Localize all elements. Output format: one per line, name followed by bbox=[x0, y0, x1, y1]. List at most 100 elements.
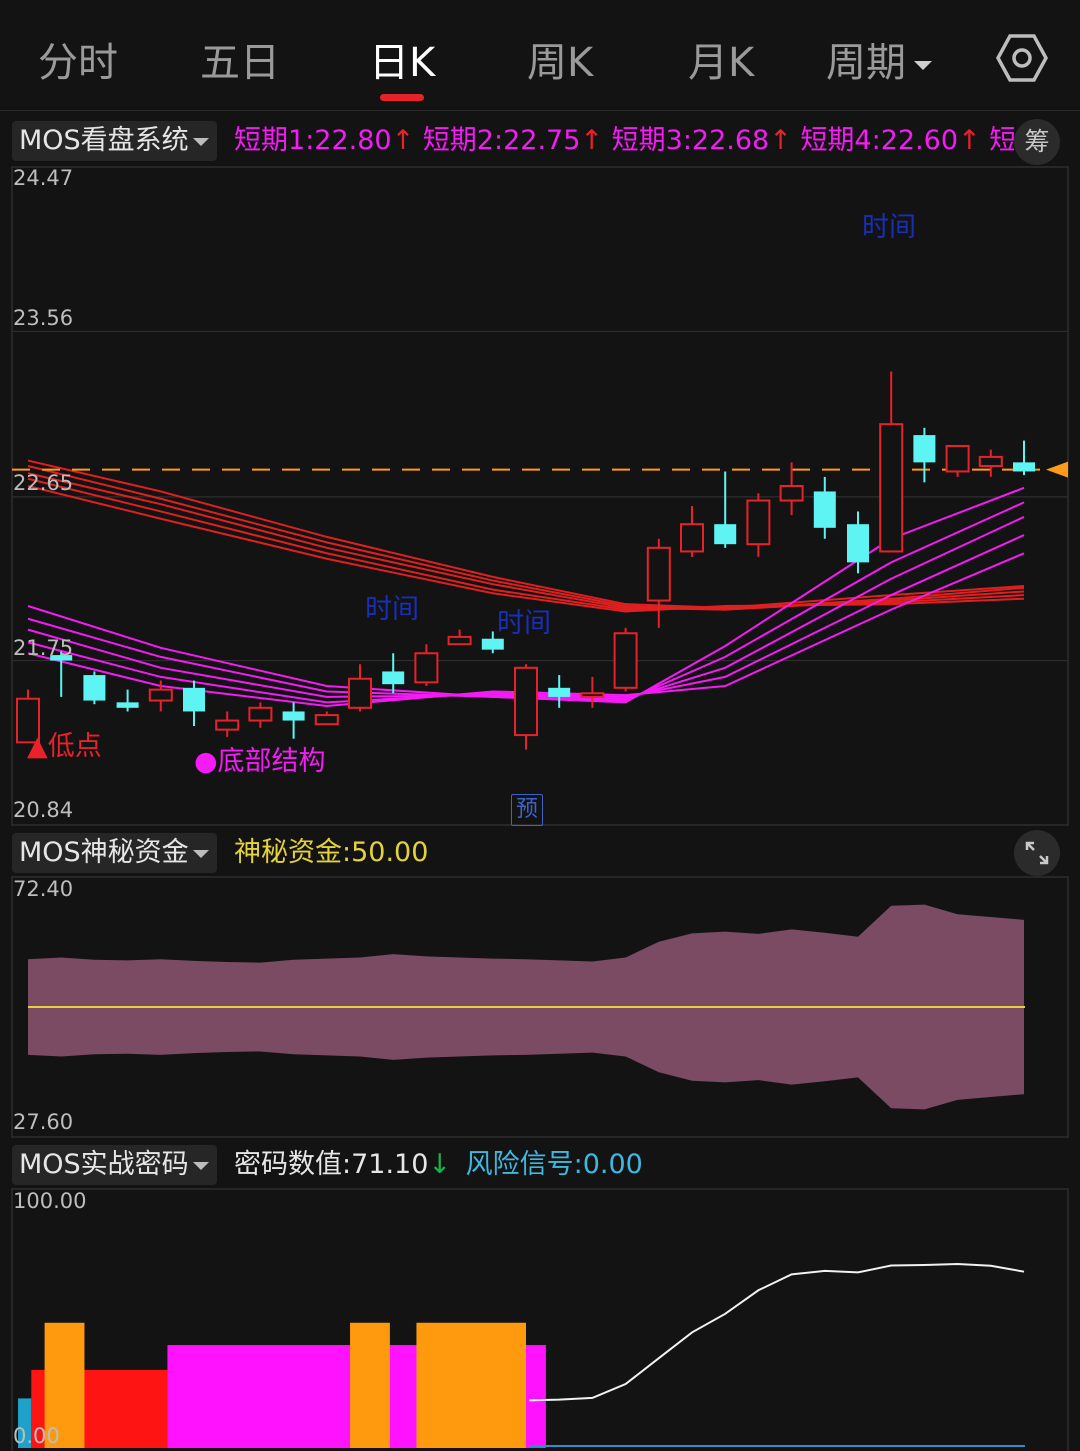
chevron-down-icon bbox=[192, 849, 209, 858]
tab-weekly-k[interactable]: 周K bbox=[527, 30, 593, 88]
fund-legend: 神秘资金:50.00 bbox=[234, 837, 429, 868]
main-panel-frame bbox=[11, 166, 1069, 826]
y-tick-label: 21.75 bbox=[13, 636, 74, 660]
legend-value: 22.68 bbox=[691, 125, 770, 156]
y-tick-label: 100.00 bbox=[13, 1189, 87, 1213]
code-value-line bbox=[529, 1262, 1025, 1402]
main-indicator-label: MOS看盘系统 bbox=[19, 125, 189, 156]
candle-body-down bbox=[83, 675, 106, 701]
legend-name: 短期5 bbox=[989, 125, 1014, 156]
candle-body-up bbox=[314, 714, 339, 726]
main-indicator-select[interactable]: MOS看盘系统 bbox=[12, 121, 217, 161]
candle-body-down bbox=[813, 491, 836, 528]
up-arrow-icon: ↑ bbox=[958, 125, 981, 156]
legend-name: 神秘资金 bbox=[234, 837, 342, 868]
candle-body-up bbox=[879, 423, 904, 553]
legend-value: 50.00 bbox=[351, 837, 429, 868]
candle-body-down bbox=[382, 671, 405, 685]
code-chart bbox=[11, 1188, 1069, 1451]
expand-arrows-icon bbox=[1025, 841, 1049, 865]
legend-name: 短期3 bbox=[611, 125, 683, 156]
candle-body-up bbox=[779, 485, 804, 502]
chevron-down-icon bbox=[192, 137, 209, 146]
period-tab-bar: 分时 五日 日K 周K 月K 周期 bbox=[0, 0, 1080, 111]
candle-body-down bbox=[183, 687, 205, 712]
low-point-label: ▲低点 bbox=[27, 731, 102, 762]
forecast-badge: 预 bbox=[511, 794, 543, 826]
legend-value: 71.10 bbox=[351, 1149, 429, 1180]
settings-icon[interactable] bbox=[996, 32, 1048, 84]
y-tick-label: 22.65 bbox=[13, 471, 74, 495]
expand-button[interactable] bbox=[1014, 830, 1060, 876]
candle-body-up bbox=[148, 688, 173, 702]
tab-intraday[interactable]: 分时 bbox=[38, 30, 118, 88]
legend-name: 风险信号 bbox=[465, 1149, 574, 1180]
legend-item-4: 短期4:22.60↑ bbox=[800, 125, 981, 156]
candle-body-down bbox=[282, 711, 305, 721]
legend-item-3: 短期3:22.68↑ bbox=[611, 125, 792, 156]
code-indicator-select[interactable]: MOS实战密码 bbox=[12, 1145, 217, 1185]
up-arrow-icon: ↑ bbox=[769, 125, 792, 156]
legend-item-5: 短期5 bbox=[989, 125, 1014, 156]
candle-body-up bbox=[248, 706, 273, 722]
chevron-down-icon bbox=[192, 1161, 209, 1170]
fund-indicator-label: MOS神秘资金 bbox=[19, 837, 189, 868]
current-price-marker-icon bbox=[1046, 461, 1068, 478]
legend-name: 密码数值 bbox=[234, 1149, 342, 1180]
legend-item-1: 短期1:22.80↑ bbox=[234, 125, 415, 156]
candle-body-down bbox=[714, 524, 737, 545]
red-ma-line bbox=[27, 472, 1025, 611]
fund-indicator-select[interactable]: MOS神秘资金 bbox=[12, 833, 217, 873]
legend-name: 短期1 bbox=[234, 125, 306, 156]
y-tick-label: 0.00 bbox=[13, 1424, 60, 1448]
candle-body-up bbox=[746, 499, 771, 546]
legend-value: 22.80 bbox=[314, 125, 392, 156]
candle-body-up bbox=[945, 445, 970, 473]
candle-body-up bbox=[215, 719, 240, 731]
y-tick-label: 24.47 bbox=[13, 166, 74, 190]
tab-daily-k[interactable]: 日K bbox=[369, 30, 435, 88]
up-arrow-icon: ↑ bbox=[580, 125, 604, 156]
candle-body-up bbox=[680, 523, 704, 553]
up-arrow-icon: ↑ bbox=[391, 125, 415, 156]
legend-item-risk-signal: 风险信号:0.00 bbox=[465, 1149, 643, 1180]
period-dropdown[interactable]: 周期 bbox=[826, 30, 932, 88]
legend-item-2: 短期2:22.75↑ bbox=[422, 125, 604, 156]
tab-monthly-k[interactable]: 月K bbox=[688, 30, 754, 88]
candle-body-up bbox=[514, 666, 538, 737]
y-tick-label: 23.56 bbox=[13, 306, 74, 330]
fund-area-chart bbox=[11, 876, 1069, 1138]
candle-body-up bbox=[447, 635, 472, 646]
candle-body-down bbox=[1013, 462, 1035, 472]
signal-bar bbox=[350, 1322, 390, 1448]
time-signal-label: 时间 bbox=[497, 608, 551, 639]
candle-body-down bbox=[548, 687, 571, 697]
chevron-down-icon bbox=[914, 60, 932, 70]
candle-body-down bbox=[847, 524, 869, 563]
chip-distribution-button[interactable]: 筹 bbox=[1014, 119, 1060, 165]
candle-body-up bbox=[978, 455, 1003, 467]
signal-bar bbox=[416, 1322, 526, 1448]
candle-body-up bbox=[646, 546, 671, 602]
y-tick-label: 72.40 bbox=[13, 877, 74, 901]
tab-five-day[interactable]: 五日 bbox=[200, 30, 280, 88]
time-signal-label: 时间 bbox=[862, 212, 916, 243]
down-arrow-icon: ↓ bbox=[428, 1149, 452, 1180]
y-tick-label: 27.60 bbox=[13, 1110, 74, 1134]
candle-body-down bbox=[913, 435, 936, 463]
legend-value: 0.00 bbox=[582, 1149, 643, 1180]
candlestick-chart bbox=[11, 166, 1069, 826]
time-signal-label: 时间 bbox=[365, 594, 419, 625]
candle-body-up bbox=[414, 652, 439, 684]
main-legend: 短期1:22.80↑ 短期2:22.75↑ 短期3:22.68↑ 短期4:22.… bbox=[234, 121, 1014, 161]
code-legend: 密码数值:71.10↓ 风险信号:0.00 bbox=[234, 1145, 643, 1185]
candle-body-up bbox=[613, 632, 638, 689]
red-ma-line bbox=[27, 459, 1025, 609]
candle-body-down bbox=[481, 638, 504, 650]
candle-body-down bbox=[116, 702, 139, 708]
legend-name: 短期4 bbox=[800, 125, 872, 156]
legend-item-code-value: 密码数值:71.10↓ bbox=[234, 1149, 452, 1180]
active-tab-indicator bbox=[380, 94, 424, 101]
period-dropdown-label: 周期 bbox=[826, 40, 906, 86]
code-indicator-label: MOS实战密码 bbox=[19, 1149, 189, 1180]
